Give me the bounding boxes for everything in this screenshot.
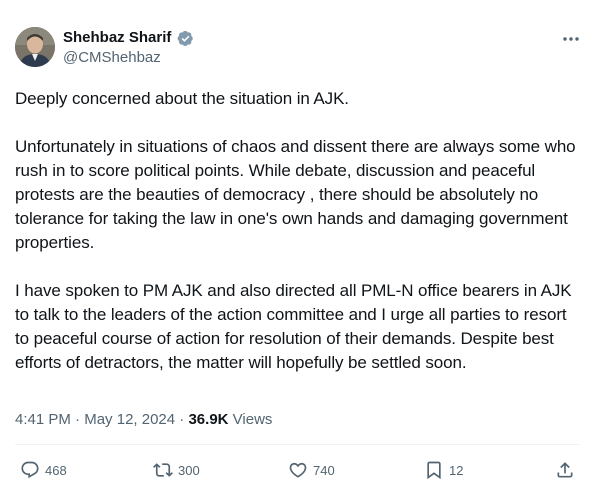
tweet-date[interactable]: May 12, 2024 (84, 411, 175, 428)
tweet-paragraph: Deeply concerned about the situation in … (15, 89, 349, 108)
bookmark-button[interactable]: 12 (424, 459, 463, 481)
more-options-icon[interactable] (560, 30, 582, 48)
reply-button[interactable]: 468 (20, 459, 67, 481)
tweet-meta: 4:41 PM · May 12, 2024 · 36.9K Views (15, 410, 272, 430)
like-icon (289, 462, 307, 478)
avatar[interactable] (15, 27, 55, 67)
meta-separator: · (70, 411, 85, 428)
tweet-text: Deeply concerned about the situation in … (15, 87, 585, 375)
bookmark-icon (427, 461, 441, 480)
tweet-paragraph: Unfortunately in situations of chaos and… (15, 137, 576, 252)
tweet-time[interactable]: 4:41 PM (15, 411, 71, 428)
tweet-paragraph: I have spoken to PM AJK and also directe… (15, 281, 572, 372)
share-button[interactable] (555, 459, 575, 481)
like-count: 740 (313, 462, 335, 478)
bookmark-count: 12 (449, 462, 464, 478)
verified-badge-icon (177, 30, 193, 47)
like-button[interactable]: 740 (288, 459, 335, 481)
reply-icon (21, 461, 39, 479)
meta-separator: · (175, 411, 189, 428)
reply-count: 468 (45, 462, 67, 478)
views-count: 36.9K (188, 411, 229, 428)
repost-icon (153, 463, 173, 477)
views-label: Views (228, 411, 273, 428)
repost-count: 300 (178, 462, 200, 478)
divider (15, 444, 580, 445)
author-name[interactable]: Shehbaz Sharif (63, 29, 171, 47)
share-icon (557, 462, 573, 478)
tweet-card: Shehbaz Sharif @CMShehbaz Deeply concern… (0, 0, 595, 503)
author-handle[interactable]: @CMShehbaz (63, 49, 161, 67)
repost-button[interactable]: 300 (153, 459, 200, 481)
